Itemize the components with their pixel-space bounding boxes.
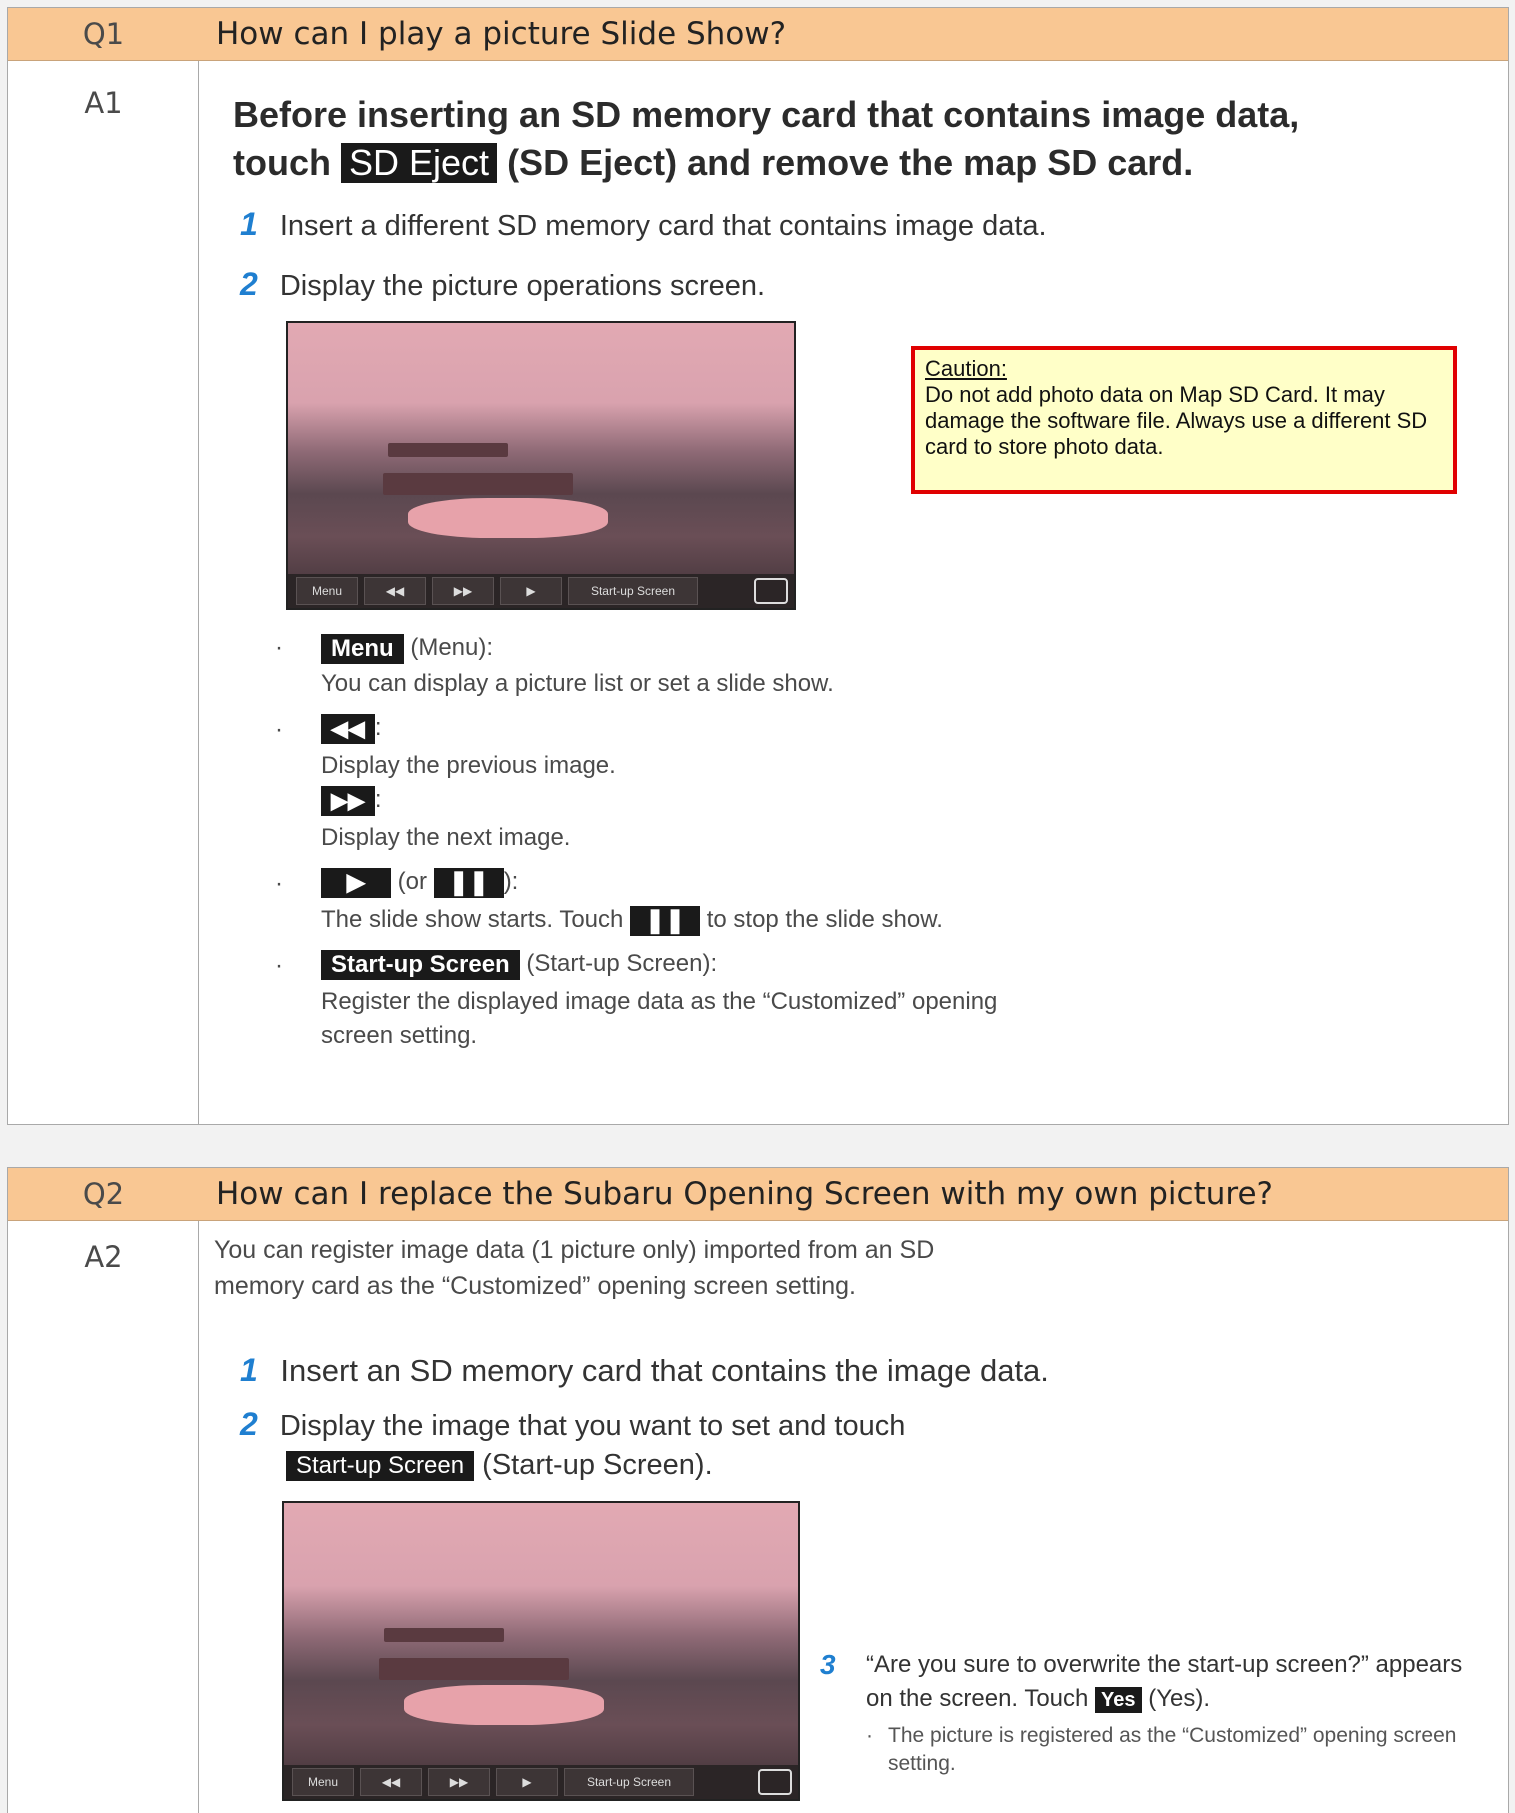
picture-control-bar: Menu ◀◀ ▶▶ ▶ Start-up Screen (288, 574, 794, 608)
menu-button[interactable]: Menu (292, 1768, 354, 1796)
play-or: (or (397, 868, 428, 895)
menu-desc: You can display a picture list or set a … (321, 670, 834, 697)
play-desc-b: to stop the slide show. (706, 906, 943, 933)
a1-heading-touch: touch (233, 142, 331, 183)
bridge-shape (379, 1658, 569, 1680)
fast-forward-key-icon[interactable]: ▶▶ (321, 785, 375, 816)
picture-screen-photo: Menu ◀◀ ▶▶ ▶ Start-up Screen (282, 1501, 800, 1801)
play-key-row: ▶ (or ❚❚): (321, 866, 518, 898)
screen-toggle-icon[interactable] (758, 1769, 792, 1795)
play-key-icon[interactable]: ▶ (321, 867, 391, 898)
picture-screen-photo: Menu ◀◀ ▶▶ ▶ Start-up Screen (286, 321, 796, 610)
q1-header: Q1 How can I play a picture Slide Show? (8, 8, 1508, 61)
rewind-button[interactable]: ◀◀ (360, 1768, 422, 1796)
rewind-key-row: ◀◀: (321, 712, 382, 744)
river-shape (408, 498, 608, 538)
play-button[interactable]: ▶ (500, 577, 562, 605)
next-desc: Display the next image. (321, 824, 571, 851)
a1-bullet-list: · Menu (Menu): You can display a picture… (275, 632, 1175, 1052)
a1-heading-line2: (SD Eject) and remove the map SD card. (507, 142, 1194, 183)
q2-number: Q2 (82, 1177, 125, 1211)
step3-line1: “Are you sure to overwrite the start-up … (866, 1651, 1463, 1678)
rewind-key-icon[interactable]: ◀◀ (321, 713, 375, 744)
start-up-screen-button[interactable]: Start-up Screen (564, 1768, 694, 1796)
step-number: 2 (240, 266, 258, 302)
column-divider (198, 8, 199, 1124)
step-text: Display the picture operations screen. (279, 270, 766, 302)
startup-suffix: (Start-up Screen): (526, 950, 718, 977)
step3-note1: The picture is registered as the “Custom… (888, 1724, 1457, 1747)
yes-key[interactable]: Yes (1095, 1686, 1142, 1713)
step3-line2b: (Yes). (1148, 1685, 1211, 1712)
play-button[interactable]: ▶ (496, 1768, 558, 1796)
step-number: 2 (240, 1406, 258, 1442)
a1-step2: 2 Display the picture operations screen. (240, 266, 765, 303)
ff-key-row: ▶▶: (321, 784, 382, 816)
bullet-dot: · (275, 952, 283, 979)
pause-key-icon[interactable]: ❚❚ (630, 905, 701, 936)
start-up-screen-key[interactable]: Start-up Screen (321, 949, 520, 980)
a2-step3: 3 “Are you sure to overwrite the start-u… (820, 1648, 1510, 1778)
q2-question: How can I replace the Subaru Opening Scr… (216, 1176, 1273, 1212)
a2-intro: You can register image data (1 picture o… (214, 1232, 934, 1304)
play-close: ): (503, 868, 519, 895)
picture-control-bar: Menu ◀◀ ▶▶ ▶ Start-up Screen (284, 1765, 798, 1799)
step-text: Insert a different SD memory card that c… (279, 210, 1047, 242)
a2-intro-line1: You can register image data (1 picture o… (214, 1236, 935, 1264)
caution-text: Do not add photo data on Map SD Card. It… (925, 382, 1428, 459)
bullet-dot: · (275, 634, 283, 661)
river-shape (404, 1685, 604, 1725)
bullet-dot: · (275, 870, 283, 897)
step3-note2: setting. (888, 1752, 956, 1775)
prev-desc: Display the previous image. (321, 752, 616, 779)
step3-line2a: on the screen. Touch (866, 1685, 1089, 1712)
q1-number: Q1 (82, 17, 125, 51)
a1-step1: 1 Insert a different SD memory card that… (240, 206, 1047, 243)
caution-box: Caution: Do not add photo data on Map SD… (911, 346, 1457, 494)
a1-heading-line1: Before inserting an SD memory card that … (233, 94, 1300, 135)
a1-number: A1 (84, 86, 123, 120)
step-number: 1 (240, 206, 258, 242)
a1-heading: Before inserting an SD memory card that … (233, 92, 1299, 186)
bridge-shape (384, 1628, 504, 1642)
start-up-screen-key[interactable]: Start-up Screen (286, 1451, 475, 1482)
step-number: 3 (820, 1649, 836, 1680)
play-desc-row: The slide show starts. Touch ❚❚ to stop … (321, 904, 943, 936)
q2-table: Q2 How can I replace the Subaru Opening … (7, 1167, 1509, 1813)
fast-forward-button[interactable]: ▶▶ (432, 577, 494, 605)
rewind-button[interactable]: ◀◀ (364, 577, 426, 605)
startup-desc2: screen setting. (321, 1022, 478, 1049)
pause-key-icon[interactable]: ❚❚ (433, 867, 504, 898)
menu-key[interactable]: Menu (321, 633, 404, 664)
a2-step2: 2 Display the image that you want to set… (240, 1406, 905, 1482)
bridge-shape (388, 443, 508, 457)
menu-button[interactable]: Menu (296, 577, 358, 605)
menu-suffix: (Menu): (410, 634, 494, 661)
caution-title: Caution: (925, 356, 1007, 381)
bullet-dot: · (275, 716, 283, 743)
bridge-shape (383, 473, 573, 495)
start-up-screen-button[interactable]: Start-up Screen (568, 577, 698, 605)
bullet-menu: Menu (Menu): (321, 632, 493, 664)
play-desc-a: The slide show starts. Touch (321, 906, 624, 933)
sd-eject-button[interactable]: SD Eject (341, 143, 498, 183)
fast-forward-button[interactable]: ▶▶ (428, 1768, 490, 1796)
a2-step1: 1 Insert an SD memory card that contains… (240, 1352, 1049, 1389)
step-number: 1 (240, 1352, 258, 1388)
bullet-dot: · (866, 1724, 873, 1747)
startup-desc1: Register the displayed image data as the… (321, 988, 998, 1015)
screen-toggle-icon[interactable] (754, 578, 788, 604)
step3-note: · The picture is registered as the “Cust… (866, 1722, 1510, 1778)
q1-table: Q1 How can I play a picture Slide Show? … (7, 7, 1509, 1125)
step-text: Display the image that you want to set a… (279, 1410, 906, 1442)
a2-number: A2 (84, 1240, 123, 1274)
q1-question: How can I play a picture Slide Show? (216, 16, 787, 52)
step2-suffix: (Start-up Screen). (482, 1449, 713, 1481)
q2-header: Q2 How can I replace the Subaru Opening … (8, 1168, 1508, 1221)
bullet-startup: Start-up Screen (Start-up Screen): (321, 948, 717, 980)
a2-intro-line2: memory card as the “Customized” opening … (214, 1272, 856, 1300)
step-text: Insert an SD memory card that contains t… (280, 1353, 1049, 1388)
